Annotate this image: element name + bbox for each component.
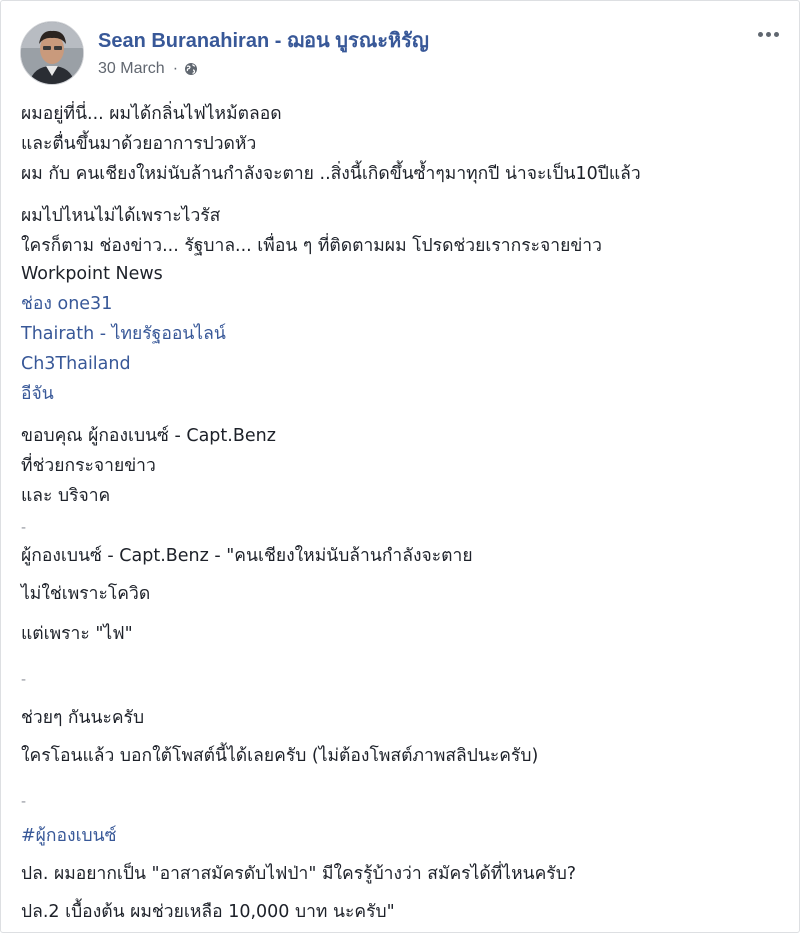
post-date[interactable]: 30 March <box>98 60 165 78</box>
page-link-workpoint: Workpoint News <box>21 264 163 284</box>
post-text-line: ช่วยๆ กันนะครับ <box>21 708 145 728</box>
post-text-line: ไม่ใช่เพราะโควิด <box>21 584 151 604</box>
meta-separator: · <box>172 60 179 77</box>
post-text-line: ขอบคุณ ผู้กองเบนซ์ - Capt.Benz <box>21 426 276 446</box>
post-text-line: ใครก็ตาม ช่องข่าว... รัฐบาล... เพื่อน ๆ … <box>21 236 602 256</box>
page-link-echan[interactable]: อีจัน <box>21 379 54 409</box>
post-text-line: ปล.2 เบื้องต้น ผมช่วยเหลือ 10,000 บาท นะ… <box>21 902 395 922</box>
post-card: Sean Buranahiran - ฌอน บูรณะหิรัญ 30 Mar… <box>0 0 800 933</box>
post-text-line: ใครโอนแล้ว บอกใต้โพสต์นี้ได้เลยครับ (ไม่… <box>21 746 539 766</box>
author-name[interactable]: Sean Buranahiran - ฌอน บูรณะหิรัญ <box>98 24 429 56</box>
post-text-line: แต่เพราะ "ไฟ" <box>21 624 133 644</box>
post-text-line: ผมอยู่ที่นี่... ผมได้กลิ่นไฟไหม้ตลอด <box>21 104 282 124</box>
avatar[interactable] <box>20 21 84 85</box>
divider-dash: - <box>21 520 27 536</box>
page-link-one31[interactable]: ช่อง one31 <box>21 289 112 319</box>
page-link-thairath[interactable]: Thairath - ไทยรัฐออนไลน์ <box>21 319 226 349</box>
post-text-line: ผม กับ คนเชียงใหม่นับล้านกำลังจะตาย ..สิ… <box>21 164 641 184</box>
divider-dash: - <box>21 672 27 688</box>
post-text-line: ที่ช่วยกระจายข่าว <box>21 456 156 476</box>
post-text-line: ผมไปไหนไม่ได้เพราะไวรัส <box>21 206 221 226</box>
divider-dash: - <box>21 794 27 810</box>
post-text-line: ผู้กองเบนซ์ - Capt.Benz - "คนเชียงใหม่นั… <box>21 546 473 566</box>
post-text-line: ปล. ผมอยากเป็น "อาสาสมัครดับไฟป่า" มีใคร… <box>21 864 577 884</box>
post-text-line: และ บริจาค <box>21 486 111 506</box>
globe-icon[interactable] <box>184 62 198 76</box>
avatar-photo <box>21 22 83 84</box>
post-text-line: และตื่นขึ้นมาด้วยอาการปวดหัว <box>21 134 257 154</box>
post-meta: 30 March · <box>98 59 198 79</box>
page-link-ch3thailand[interactable]: Ch3Thailand <box>21 349 131 379</box>
more-options-icon[interactable] <box>753 23 783 45</box>
hashtag-link[interactable]: #ผู้กองเบนซ์ <box>21 821 117 851</box>
